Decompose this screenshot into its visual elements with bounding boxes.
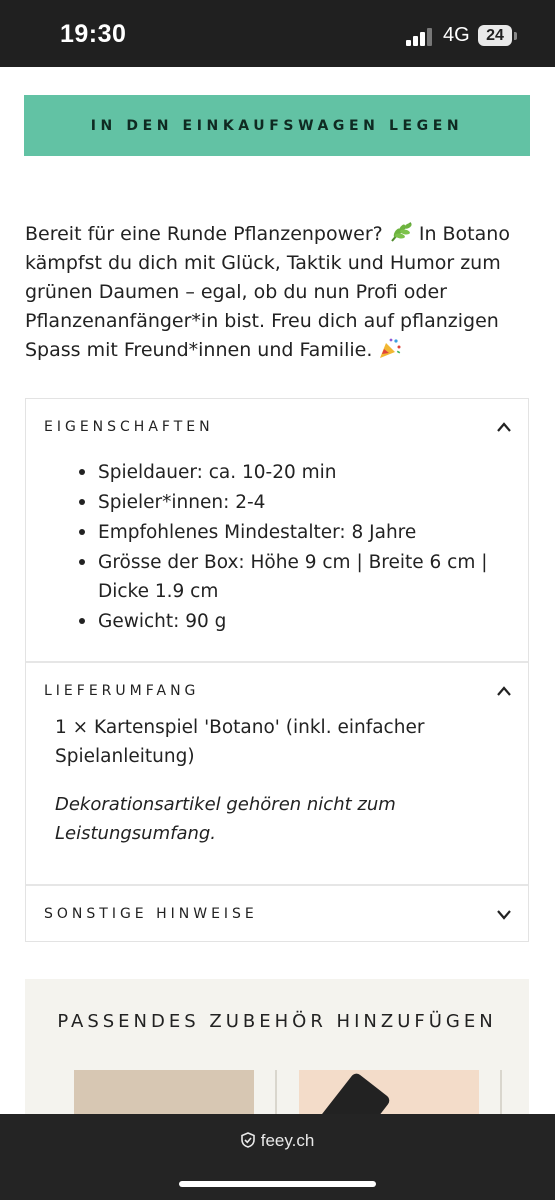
add-to-cart-button[interactable]: IN DEN EINKAUFSWAGEN LEGEN: [24, 95, 530, 156]
chevron-up-icon[interactable]: [496, 685, 512, 697]
lieferumfang-note: Dekorationsartikel gehören nicht zum Lei…: [55, 794, 396, 844]
accessory-heading: PASSENDES ZUBEHÖR HINZUFÜGEN: [57, 1011, 497, 1032]
product-description: Bereit für eine Runde Pflanzenpower? In …: [25, 220, 525, 365]
eigenschaften-header[interactable]: EIGENSCHAFTEN: [26, 399, 528, 457]
party-popper-icon: [380, 338, 401, 358]
battery-icon: 24: [478, 25, 512, 46]
description-part-1: Bereit für eine Runde Pflanzenpower?: [25, 223, 383, 245]
section-eigenschaften: EIGENSCHAFTEN Spieldauer: ca. 10-20 min …: [26, 399, 528, 661]
status-bar: 19:30 4G 24: [0, 0, 555, 67]
sonstige-hinweise-header[interactable]: SONSTIGE HINWEISE: [26, 886, 528, 944]
product-details-accordion: EIGENSCHAFTEN Spieldauer: ca. 10-20 min …: [25, 398, 529, 942]
chevron-down-icon[interactable]: [496, 908, 512, 920]
list-item: Empfohlenes Mindestalter: 8 Jahre: [98, 517, 514, 547]
list-item: Grösse der Box: Höhe 9 cm | Breite 6 cm …: [98, 547, 514, 606]
network-type: 4G: [443, 24, 470, 46]
home-indicator[interactable]: [179, 1181, 376, 1187]
url-display[interactable]: feey.ch: [0, 1131, 555, 1151]
properties-list: Spieldauer: ca. 10-20 min Spieler*innen:…: [44, 457, 514, 636]
battery-nub: [514, 32, 517, 40]
chevron-up-icon[interactable]: [496, 421, 512, 433]
shield-check-icon: [240, 1132, 255, 1148]
sonstige-hinweise-title: SONSTIGE HINWEISE: [44, 906, 258, 922]
status-time: 19:30: [60, 20, 127, 48]
browser-address-bar[interactable]: feey.ch: [0, 1114, 555, 1200]
lieferumfang-title: LIEFERUMFANG: [44, 683, 200, 699]
url-text: feey.ch: [260, 1131, 315, 1150]
section-lieferumfang: LIEFERUMFANG 1 × Kartenspiel 'Botano' (i…: [26, 661, 528, 884]
section-sonstige-hinweise: SONSTIGE HINWEISE: [26, 884, 528, 941]
leaf-icon: [391, 222, 412, 242]
cellular-signal-icon: [406, 28, 432, 46]
divider: [275, 1070, 277, 1120]
list-item: Spieler*innen: 2-4: [98, 487, 514, 517]
eigenschaften-title: EIGENSCHAFTEN: [44, 419, 214, 435]
list-item: Spieldauer: ca. 10-20 min: [98, 457, 514, 487]
list-item: Gewicht: 90 g: [98, 606, 514, 636]
lieferumfang-text: 1 × Kartenspiel 'Botano' (inkl. einfache…: [55, 717, 425, 767]
divider: [500, 1070, 502, 1120]
